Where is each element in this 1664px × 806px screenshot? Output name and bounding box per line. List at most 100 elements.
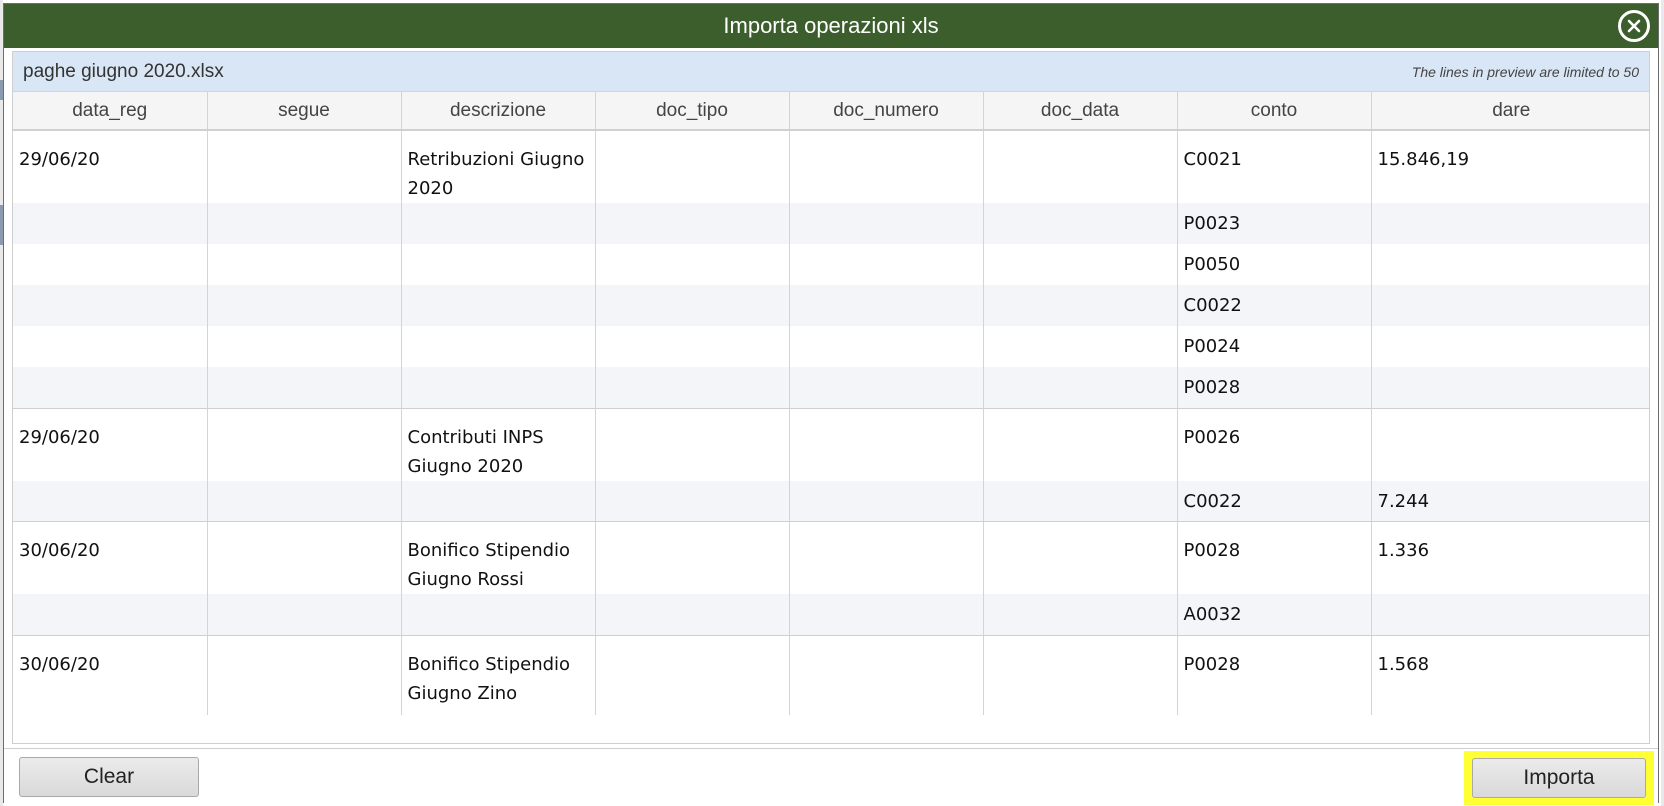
table-cell-doc-numero bbox=[789, 594, 984, 635]
table-cell-conto: C0021 bbox=[1177, 129, 1372, 203]
table-cell-doc-numero bbox=[789, 285, 984, 326]
preview-panel: paghe giugno 2020.xlsx The lines in prev… bbox=[12, 51, 1650, 744]
table-row: 29/06/20 Retribuzioni Giugno 2020 C0021 15.… bbox=[13, 129, 1649, 203]
table-cell-doc-tipo bbox=[595, 285, 790, 326]
table-cell-conto: P0028 bbox=[1177, 521, 1372, 594]
table-cell-conto: C0022 bbox=[1177, 285, 1372, 326]
table-cell-dare: 7.244 bbox=[1371, 480, 1649, 522]
table-body: 29/06/20 Retribuzioni Giugno 2020 C0021 15.… bbox=[13, 129, 1649, 715]
table-cell-doc-data bbox=[983, 407, 1178, 481]
table-cell-doc-numero bbox=[789, 326, 984, 367]
table-cell-conto: P0026 bbox=[1177, 407, 1372, 481]
table-cell-segue bbox=[207, 634, 402, 715]
table-row: C0022 7.244 bbox=[13, 480, 1649, 522]
table-cell-segue bbox=[207, 203, 402, 244]
table-cell-doc-data bbox=[983, 285, 1178, 326]
clear-button[interactable]: Clear bbox=[19, 757, 199, 797]
column-header-segue[interactable]: segue bbox=[207, 92, 402, 131]
table-cell-data-reg: 29/06/20 bbox=[13, 129, 208, 203]
dialog-footer: Clear Importa bbox=[4, 748, 1658, 805]
table-cell-dare: 1.568 bbox=[1371, 634, 1649, 715]
column-header-doc-tipo[interactable]: doc_tipo bbox=[595, 92, 790, 131]
file-name: paghe giugno 2020.xlsx bbox=[23, 60, 224, 82]
table-cell-descrizione bbox=[401, 203, 596, 244]
table-cell-doc-numero bbox=[789, 480, 984, 522]
table-cell-descrizione bbox=[401, 480, 596, 522]
table-cell-dare bbox=[1371, 285, 1649, 326]
table-cell-doc-data bbox=[983, 203, 1178, 244]
table-cell-doc-tipo bbox=[595, 594, 790, 635]
close-button[interactable] bbox=[1618, 10, 1650, 42]
table-cell-dare bbox=[1371, 407, 1649, 481]
table-cell-segue bbox=[207, 244, 402, 285]
table-cell-dare bbox=[1371, 244, 1649, 285]
column-header-descrizione[interactable]: descrizione bbox=[401, 92, 596, 131]
column-header-conto[interactable]: conto bbox=[1177, 92, 1372, 131]
table-cell-descrizione: Bonifico Stipendio Giugno Zino bbox=[401, 634, 596, 715]
table-cell-segue bbox=[207, 480, 402, 522]
close-icon bbox=[1627, 19, 1641, 33]
table-cell-conto: P0023 bbox=[1177, 203, 1372, 244]
table-row: P0023 bbox=[13, 203, 1649, 244]
table-cell-data-reg bbox=[13, 367, 208, 408]
table-cell-doc-data bbox=[983, 521, 1178, 594]
column-header-data-reg[interactable]: data_reg bbox=[13, 92, 208, 131]
table-cell-doc-numero bbox=[789, 367, 984, 408]
table-cell-conto: A0032 bbox=[1177, 594, 1372, 635]
table-cell-doc-numero bbox=[789, 244, 984, 285]
table-cell-doc-data bbox=[983, 367, 1178, 408]
table-cell-data-reg bbox=[13, 285, 208, 326]
table-cell-doc-data bbox=[983, 244, 1178, 285]
table-cell-dare bbox=[1371, 203, 1649, 244]
table-cell-data-reg: 30/06/20 bbox=[13, 521, 208, 594]
table-cell-doc-tipo bbox=[595, 367, 790, 408]
column-header-dare[interactable]: dare bbox=[1371, 92, 1649, 131]
table-row: P0050 bbox=[13, 244, 1649, 285]
table-cell-doc-tipo bbox=[595, 129, 790, 203]
table-cell-dare: 15.846,19 bbox=[1371, 129, 1649, 203]
table-cell-data-reg bbox=[13, 326, 208, 367]
table-cell-segue bbox=[207, 326, 402, 367]
table-cell-conto: P0028 bbox=[1177, 367, 1372, 408]
table-cell-data-reg: 30/06/20 bbox=[13, 634, 208, 715]
table-cell-conto: P0050 bbox=[1177, 244, 1372, 285]
importa-button[interactable]: Importa bbox=[1472, 758, 1646, 798]
importa-highlight: Importa bbox=[1464, 751, 1654, 805]
table-cell-conto: P0024 bbox=[1177, 326, 1372, 367]
table-row: P0024 bbox=[13, 326, 1649, 367]
table-cell-descrizione bbox=[401, 285, 596, 326]
table-row: 30/06/20 Bonifico Stipendio Giugno Zino P0… bbox=[13, 634, 1649, 715]
table-cell-segue bbox=[207, 367, 402, 408]
table-cell-doc-tipo bbox=[595, 521, 790, 594]
table-cell-descrizione: Bonifico Stipendio Giugno Rossi bbox=[401, 521, 596, 594]
table-cell-doc-data bbox=[983, 480, 1178, 522]
table-cell-doc-tipo bbox=[595, 407, 790, 481]
table-cell-doc-numero bbox=[789, 129, 984, 203]
table-cell-dare bbox=[1371, 367, 1649, 408]
table-row: A0032 bbox=[13, 594, 1649, 635]
import-dialog: Importa operazioni xls paghe giugno 2020… bbox=[3, 3, 1659, 805]
column-header-doc-numero[interactable]: doc_numero bbox=[789, 92, 984, 131]
table-cell-doc-tipo bbox=[595, 326, 790, 367]
table-cell-segue bbox=[207, 407, 402, 481]
table-header-row: data_reg segue descrizione doc_tipo doc_nume… bbox=[13, 92, 1649, 131]
table-row: 29/06/20 Contributi INPS Giugno 2020 P0026 bbox=[13, 407, 1649, 481]
table-cell-descrizione bbox=[401, 326, 596, 367]
table-cell-segue bbox=[207, 129, 402, 203]
table-cell-data-reg bbox=[13, 594, 208, 635]
preview-table: data_reg segue descrizione doc_tipo doc_nume… bbox=[13, 92, 1649, 715]
table-cell-dare: 1.336 bbox=[1371, 521, 1649, 594]
table-cell-descrizione: Retribuzioni Giugno 2020 bbox=[401, 129, 596, 203]
table-cell-dare bbox=[1371, 326, 1649, 367]
table-cell-conto: P0028 bbox=[1177, 634, 1372, 715]
table-cell-doc-tipo bbox=[595, 480, 790, 522]
table-row: P0028 bbox=[13, 367, 1649, 408]
table-cell-doc-numero bbox=[789, 203, 984, 244]
file-info-bar: paghe giugno 2020.xlsx The lines in prev… bbox=[13, 52, 1649, 92]
column-header-doc-data[interactable]: doc_data bbox=[983, 92, 1178, 131]
dialog-titlebar: Importa operazioni xls bbox=[4, 4, 1658, 48]
table-cell-descrizione: Contributi INPS Giugno 2020 bbox=[401, 407, 596, 481]
table-cell-dare bbox=[1371, 594, 1649, 635]
table-cell-descrizione bbox=[401, 244, 596, 285]
table-cell-data-reg: 29/06/20 bbox=[13, 407, 208, 481]
